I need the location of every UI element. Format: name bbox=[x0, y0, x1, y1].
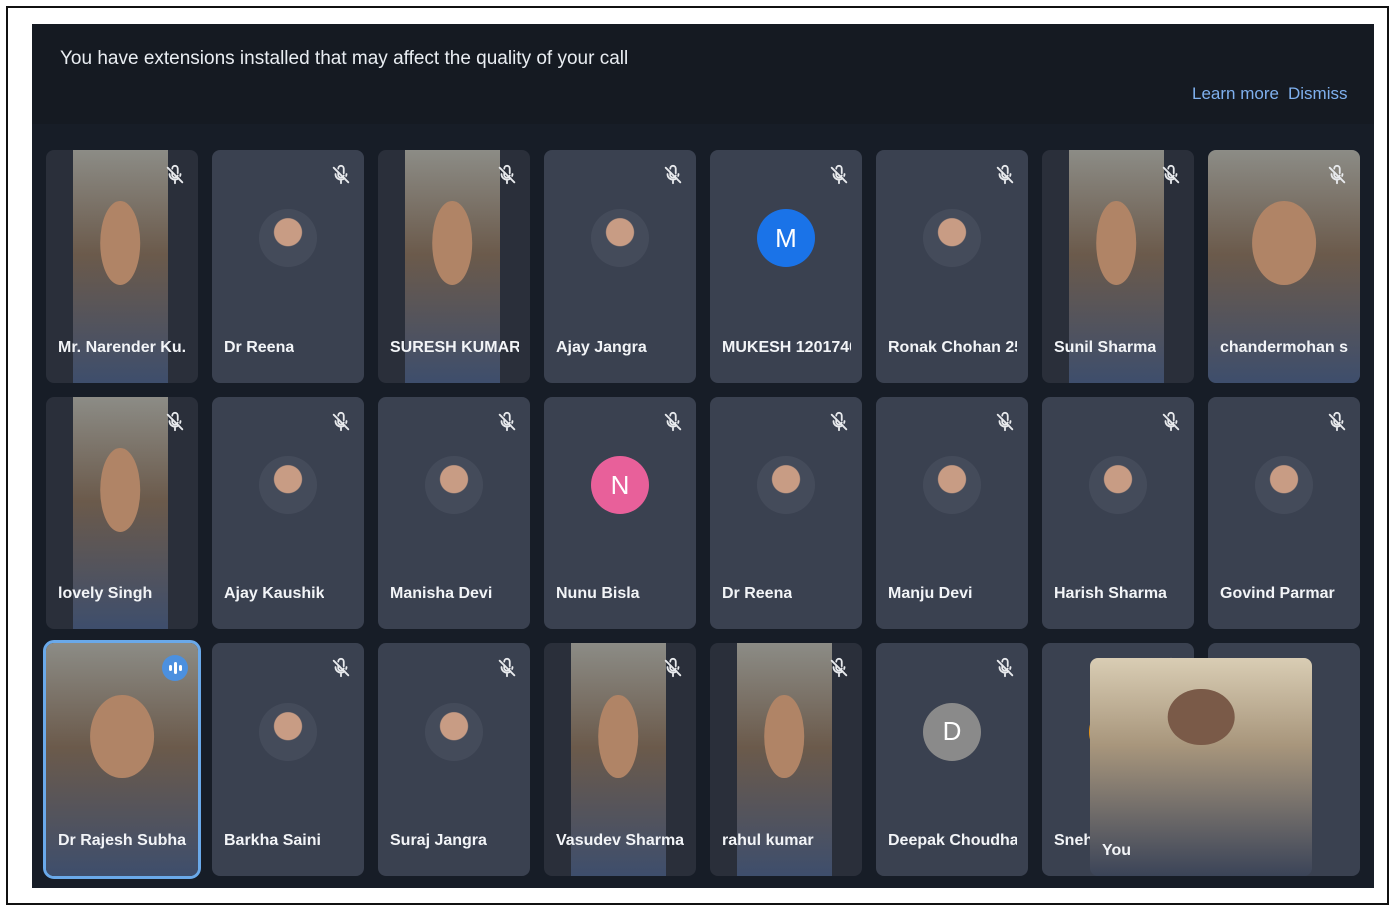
participant-tile[interactable]: Sunil Sharma bbox=[1042, 150, 1194, 383]
mic-off-icon bbox=[828, 411, 850, 433]
mic-off-icon bbox=[994, 164, 1016, 186]
participant-name: Manju Devi bbox=[888, 585, 973, 603]
avatar-initial: N bbox=[591, 456, 649, 515]
participant-tile[interactable]: M MUKESH 1201740... bbox=[710, 150, 862, 383]
mic-off-icon bbox=[330, 164, 352, 186]
banner-message: You have extensions installed that may a… bbox=[60, 48, 629, 69]
avatar bbox=[1089, 456, 1147, 515]
mic-off-icon bbox=[1160, 411, 1182, 433]
participant-video-image bbox=[764, 694, 805, 779]
participant-video-image bbox=[100, 447, 141, 532]
participant-name: Barkha Saini bbox=[224, 832, 321, 849]
avatar bbox=[259, 702, 317, 761]
participant-video-image bbox=[1096, 201, 1137, 285]
participant-tile[interactable]: Suraj Jangra bbox=[378, 643, 530, 876]
extensions-warning-banner: You have extensions installed that may a… bbox=[32, 24, 1374, 124]
participant-tile[interactable]: Barkha Saini bbox=[212, 643, 364, 876]
participant-name: Harish Sharma bbox=[1054, 585, 1167, 603]
participant-name: Ronak Chohan 25... bbox=[888, 338, 1017, 356]
participant-name: Dr Rajesh Subha... bbox=[58, 832, 188, 849]
participant-name: lovely Singh bbox=[58, 585, 153, 603]
participant-tile[interactable]: rahul kumar bbox=[710, 643, 862, 876]
participant-tile[interactable]: N Nunu Bisla bbox=[544, 396, 696, 630]
mic-off-icon bbox=[662, 411, 684, 433]
avatar bbox=[425, 456, 483, 515]
mic-off-icon bbox=[496, 411, 518, 433]
self-view-tile[interactable]: You bbox=[1090, 658, 1312, 876]
participant-tile[interactable]: chandermohan s... bbox=[1208, 150, 1360, 383]
participant-tile[interactable]: Dr Rajesh Subha... bbox=[43, 640, 201, 879]
mic-off-icon bbox=[496, 164, 518, 186]
avatar bbox=[259, 209, 317, 268]
participant-name: Mr. Narender Ku... bbox=[58, 338, 188, 356]
mic-off-icon bbox=[828, 164, 850, 186]
screenshot-frame: You have extensions installed that may a… bbox=[6, 6, 1389, 905]
dismiss-button[interactable]: Dismiss bbox=[1288, 84, 1348, 104]
avatar bbox=[757, 456, 815, 515]
self-video-feed bbox=[1167, 688, 1235, 746]
participant-video-image bbox=[432, 201, 473, 285]
mic-off-icon bbox=[828, 657, 850, 679]
participant-tile[interactable]: Dr Reena bbox=[212, 150, 364, 383]
avatar bbox=[1255, 456, 1313, 515]
participant-name: Sunil Sharma bbox=[1054, 338, 1157, 356]
participant-tile[interactable]: Manju Devi bbox=[876, 396, 1028, 630]
participant-name: Dr Reena bbox=[224, 338, 295, 356]
participant-name: SURESH KUMAR bbox=[390, 338, 520, 356]
participant-name: Ajay Jangra bbox=[556, 338, 647, 356]
participant-tile[interactable]: Manisha Devi bbox=[378, 396, 530, 630]
avatar-initial: M bbox=[757, 209, 815, 268]
mic-off-icon bbox=[1160, 164, 1182, 186]
participant-tile[interactable]: Ajay Jangra bbox=[544, 150, 696, 383]
participant-tile[interactable]: Harish Sharma bbox=[1042, 396, 1194, 630]
participant-video-image bbox=[100, 201, 141, 285]
avatar-initial: D bbox=[923, 702, 981, 761]
mic-off-icon bbox=[496, 657, 518, 679]
participant-tile[interactable]: Ajay Kaushik bbox=[212, 396, 364, 630]
avatar bbox=[425, 702, 483, 761]
avatar bbox=[259, 456, 317, 515]
mic-off-icon bbox=[330, 657, 352, 679]
participant-name: Nunu Bisla bbox=[556, 585, 640, 603]
mic-off-icon bbox=[164, 411, 186, 433]
participant-name: Suraj Jangra bbox=[390, 832, 487, 849]
avatar bbox=[923, 456, 981, 515]
participant-name: Deepak Choudhary bbox=[888, 832, 1018, 849]
mic-off-icon bbox=[1326, 164, 1348, 186]
mic-off-icon bbox=[662, 164, 684, 186]
meeting-screen: You have extensions installed that may a… bbox=[32, 24, 1374, 888]
participant-name: rahul kumar bbox=[722, 832, 814, 849]
participant-video-image bbox=[1252, 201, 1316, 285]
avatar bbox=[591, 209, 649, 268]
participant-name: Govind Parmar bbox=[1220, 585, 1335, 603]
participant-video-image bbox=[598, 694, 639, 779]
mic-off-icon bbox=[994, 657, 1016, 679]
participant-name: chandermohan s... bbox=[1220, 338, 1350, 356]
mic-off-icon bbox=[164, 164, 186, 186]
mic-off-icon bbox=[994, 411, 1016, 433]
participant-tile[interactable]: D Deepak Choudhary bbox=[876, 643, 1028, 876]
participant-name: Manisha Devi bbox=[390, 585, 493, 603]
mic-off-icon bbox=[1326, 411, 1348, 433]
participant-tile[interactable]: Vasudev Sharma bbox=[544, 643, 696, 876]
participant-name: MUKESH 1201740... bbox=[722, 338, 851, 356]
self-view-label: You bbox=[1102, 842, 1132, 859]
participant-video-image bbox=[90, 694, 154, 779]
participant-name: Dr Reena bbox=[722, 585, 793, 603]
avatar bbox=[923, 209, 981, 268]
participant-tile[interactable]: lovely Singh bbox=[46, 396, 198, 630]
participant-tile[interactable]: Mr. Narender Ku... bbox=[46, 150, 198, 383]
mic-off-icon bbox=[662, 657, 684, 679]
participant-tile[interactable]: SURESH KUMAR bbox=[378, 150, 530, 383]
participant-name: Ajay Kaushik bbox=[224, 585, 325, 603]
learn-more-link[interactable]: Learn more bbox=[1192, 84, 1279, 104]
participant-tile[interactable]: Dr Reena bbox=[710, 396, 862, 630]
participant-tile[interactable]: Govind Parmar bbox=[1208, 396, 1360, 630]
mic-off-icon bbox=[330, 411, 352, 433]
participant-name: Vasudev Sharma bbox=[556, 832, 685, 849]
participant-tile[interactable]: Ronak Chohan 25... bbox=[876, 150, 1028, 383]
